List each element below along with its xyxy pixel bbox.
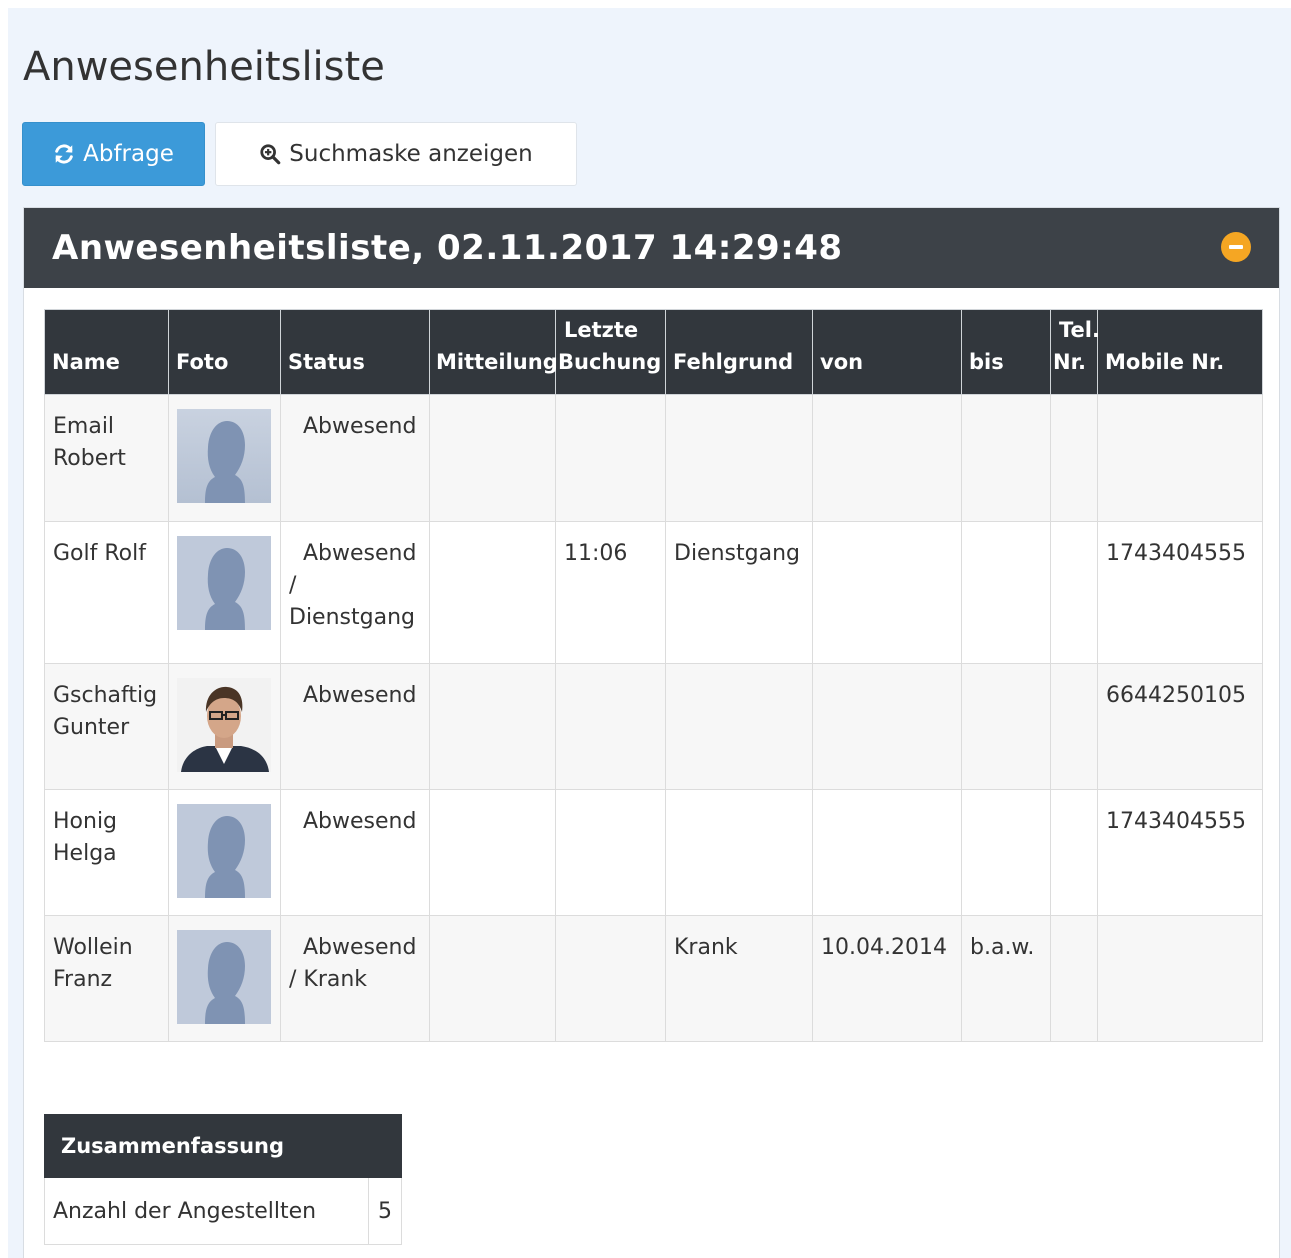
cell-letzte-buchung: [555, 915, 666, 1042]
table-row: Honig Helga Abwesend 1743404555: [44, 789, 1263, 916]
column-header-tel-nr[interactable]: Tel. Nr.: [1050, 309, 1100, 395]
column-header-letzte-buchung[interactable]: Letzte Buchung: [555, 309, 666, 395]
table-row: Golf Rolf Abwesend / Dienstgang 11:06 Di…: [44, 521, 1263, 664]
cell-status: Abwesend / Krank: [280, 915, 430, 1042]
cell-mitteilung: [429, 915, 556, 1042]
table-row: Email Robert Abwesend: [44, 394, 1263, 522]
cell-bis: [961, 663, 1051, 790]
cell-bis: b.a.w.: [961, 915, 1051, 1042]
cell-mitteilung: [429, 394, 556, 522]
cell-mobile: 1743404555: [1097, 789, 1263, 916]
show-search-mask-label: Suchmaske anzeigen: [289, 141, 533, 167]
column-header-name[interactable]: Name: [44, 309, 169, 395]
cell-status: Abwesend / Dienstgang: [280, 521, 430, 664]
page-title: Anwesenheitsliste: [23, 44, 385, 90]
query-button-label: Abfrage: [83, 141, 174, 167]
column-header-von[interactable]: von: [812, 309, 962, 395]
table-header-row: Name Foto Status Mitteilung Letzte Buchu…: [44, 309, 1263, 395]
avatar-placeholder: [177, 930, 271, 1024]
cell-tel: [1050, 663, 1098, 790]
panel-title: Anwesenheitsliste, 02.11.2017 14:29:48: [52, 228, 843, 268]
cell-foto: [168, 789, 281, 916]
cell-bis: [961, 789, 1051, 916]
cell-tel: [1050, 394, 1098, 522]
cell-mobile: [1097, 915, 1263, 1042]
cell-foto: [168, 521, 281, 664]
cell-mitteilung: [429, 663, 556, 790]
cell-mobile: 1743404555: [1097, 521, 1263, 664]
zoom-in-icon: [259, 143, 281, 165]
cell-name: Golf Rolf: [44, 521, 169, 664]
cell-mobile: [1097, 394, 1263, 522]
summary-value: 5: [368, 1177, 402, 1245]
cell-von: [812, 663, 962, 790]
column-header-bis[interactable]: bis: [961, 309, 1051, 395]
column-header-status[interactable]: Status: [280, 309, 430, 395]
cell-von: [812, 789, 962, 916]
cell-tel: [1050, 521, 1098, 664]
cell-letzte-buchung: [555, 394, 666, 522]
cell-fehlgrund: [665, 789, 813, 916]
cell-foto: [168, 394, 281, 522]
cell-bis: [961, 521, 1051, 664]
column-header-mobile-nr[interactable]: Mobile Nr.: [1097, 309, 1263, 395]
cell-bis: [961, 394, 1051, 522]
cell-von: [812, 394, 962, 522]
column-header-letzte-buchung-line2: Buchung: [558, 350, 662, 374]
cell-foto: [168, 663, 281, 790]
table-row: Gschaftig Gunter Abwesend 6644250105: [44, 663, 1263, 790]
summary-table: Zusammenfassung Anzahl der Angestellten …: [44, 1114, 402, 1245]
person-photo: [177, 678, 271, 772]
cell-fehlgrund: Krank: [665, 915, 813, 1042]
cell-name: Honig Helga: [44, 789, 169, 916]
summary-row: Anzahl der Angestellten 5: [44, 1177, 402, 1245]
cell-letzte-buchung: [555, 663, 666, 790]
attendance-panel: Anwesenheitsliste, 02.11.2017 14:29:48 N…: [23, 207, 1280, 1258]
show-search-mask-button[interactable]: Suchmaske anzeigen: [215, 122, 577, 186]
avatar-placeholder: [177, 804, 271, 898]
cell-von: 10.04.2014: [812, 915, 962, 1042]
cell-fehlgrund: [665, 663, 813, 790]
cell-von: [812, 521, 962, 664]
avatar-placeholder: [177, 409, 271, 503]
avatar-placeholder: [177, 536, 271, 630]
cell-letzte-buchung: [555, 789, 666, 916]
cell-status: Abwesend: [280, 663, 430, 790]
cell-tel: [1050, 789, 1098, 916]
cell-mobile: 6644250105: [1097, 663, 1263, 790]
panel-header: Anwesenheitsliste, 02.11.2017 14:29:48: [24, 208, 1279, 288]
cell-foto: [168, 915, 281, 1042]
collapse-minus-icon[interactable]: [1221, 232, 1251, 262]
column-header-fehlgrund[interactable]: Fehlgrund: [665, 309, 813, 395]
query-button[interactable]: Abfrage: [22, 122, 205, 186]
column-header-tel-line2: Nr.: [1053, 350, 1086, 374]
cell-status: Abwesend: [280, 789, 430, 916]
page-background: Anwesenheitsliste Abfrage Suchmaske anze…: [8, 8, 1291, 1258]
cell-fehlgrund: [665, 394, 813, 522]
cell-status: Abwesend: [280, 394, 430, 522]
cell-tel: [1050, 915, 1098, 1042]
cell-name: Email Robert: [44, 394, 169, 522]
summary-label: Anzahl der Angestellten: [44, 1177, 369, 1245]
cell-name: Wollein Franz: [44, 915, 169, 1042]
cell-letzte-buchung: 11:06: [555, 521, 666, 664]
column-header-mitteilung[interactable]: Mitteilung: [429, 309, 558, 395]
column-header-foto[interactable]: Foto: [168, 309, 281, 395]
table-row: Wollein Franz Abwesend / Krank Krank 10.…: [44, 915, 1263, 1042]
refresh-icon: [53, 143, 75, 165]
cell-fehlgrund: Dienstgang: [665, 521, 813, 664]
column-header-tel-line1: Tel.: [1059, 318, 1100, 342]
column-header-letzte-buchung-line1: Letzte: [564, 318, 639, 342]
cell-mitteilung: [429, 789, 556, 916]
cell-name: Gschaftig Gunter: [44, 663, 169, 790]
cell-mitteilung: [429, 521, 556, 664]
attendance-table: Name Foto Status Mitteilung Letzte Buchu…: [44, 309, 1263, 1042]
summary-header: Zusammenfassung: [44, 1114, 402, 1178]
